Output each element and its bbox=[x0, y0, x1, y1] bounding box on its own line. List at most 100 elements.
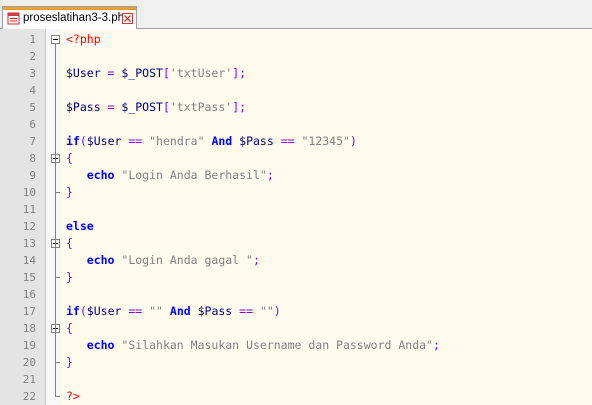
code-line[interactable]: 13 { bbox=[0, 235, 592, 252]
code-line[interactable]: 1 <?php bbox=[0, 31, 592, 48]
code-token: ?> bbox=[66, 389, 80, 403]
code-token: 'txtPass' bbox=[169, 100, 233, 114]
code-text: { bbox=[66, 235, 73, 252]
code-token: 'txtUser' bbox=[169, 66, 233, 80]
code-line[interactable]: 21 bbox=[0, 371, 592, 388]
code-editor[interactable]: 1 <?php 2 3 $User = $_POST['txtUser']; 4 5 $Pas… bbox=[0, 29, 592, 405]
tab-title: proseslatihan3-3.php bbox=[23, 12, 131, 24]
code-token: { bbox=[66, 236, 73, 250]
code-line[interactable]: 6 bbox=[0, 116, 592, 133]
code-text: if($User == "" And $Pass == "") bbox=[66, 303, 281, 320]
line-number: 7 bbox=[29, 135, 36, 148]
code-token: else bbox=[66, 219, 94, 233]
line-number: 20 bbox=[22, 356, 36, 369]
code-token: echo bbox=[66, 253, 115, 267]
code-line[interactable]: 11 bbox=[0, 201, 592, 218]
code-token: = bbox=[100, 66, 122, 80]
code-line[interactable]: 9 echo "Login Anda Berhasil"; bbox=[0, 167, 592, 184]
line-number: 3 bbox=[29, 67, 36, 80]
code-token: $User bbox=[66, 66, 101, 80]
line-number: 9 bbox=[29, 169, 36, 182]
code-token: $User bbox=[86, 134, 122, 148]
code-token: { bbox=[66, 321, 73, 335]
active-tab-indicator bbox=[3, 7, 136, 10]
code-token: ]; bbox=[232, 100, 247, 114]
code-token: { bbox=[66, 151, 73, 165]
close-tab-icon[interactable] bbox=[122, 13, 133, 24]
code-token: ) bbox=[273, 304, 281, 318]
code-line[interactable]: 5 $Pass = $_POST['txtPass']; bbox=[0, 99, 592, 116]
file-tab[interactable]: proseslatihan3-3.php bbox=[2, 6, 137, 29]
code-token: $Pass bbox=[66, 100, 101, 114]
code-line[interactable]: 16 bbox=[0, 286, 592, 303]
line-number: 13 bbox=[22, 237, 36, 250]
code-token: == bbox=[121, 304, 150, 318]
code-token: } bbox=[66, 355, 73, 369]
code-token: And bbox=[204, 134, 240, 148]
code-token: <?php bbox=[66, 32, 101, 46]
code-text: echo "Login Anda gagal "; bbox=[66, 252, 260, 269]
line-number: 10 bbox=[22, 186, 36, 199]
fold-end-marker bbox=[55, 277, 60, 278]
code-token: $_POST bbox=[121, 100, 163, 114]
line-number: 22 bbox=[22, 390, 36, 403]
line-number: 17 bbox=[22, 305, 36, 318]
code-token: == bbox=[232, 304, 260, 318]
code-line[interactable]: 15} bbox=[0, 269, 592, 286]
code-line[interactable]: 19 echo "Silahkan Masukan Username dan P… bbox=[0, 337, 592, 354]
line-number: 18 bbox=[22, 322, 36, 335]
code-line[interactable]: 7 if($User == "hendra" And $Pass == "1234… bbox=[0, 133, 592, 150]
code-text: echo "Silahkan Masukan Username dan Pass… bbox=[66, 337, 440, 354]
code-token: $User bbox=[86, 304, 122, 318]
code-line[interactable]: 14 echo "Login Anda gagal "; bbox=[0, 252, 592, 269]
fold-guide-line bbox=[55, 248, 56, 277]
line-number: 8 bbox=[29, 152, 36, 165]
line-number: 6 bbox=[29, 118, 36, 131]
line-number: 5 bbox=[29, 101, 36, 114]
code-text: { bbox=[66, 150, 73, 167]
code-token: "" bbox=[259, 304, 274, 318]
code-line[interactable]: 12 else bbox=[0, 218, 592, 235]
code-token: $_POST bbox=[121, 66, 163, 80]
code-token: echo bbox=[66, 338, 115, 352]
code-text: else bbox=[66, 218, 94, 235]
code-text: $Pass = $_POST['txtPass']; bbox=[66, 99, 246, 116]
code-line[interactable]: 20} bbox=[0, 354, 592, 371]
code-token: [ bbox=[162, 66, 170, 80]
line-number: 4 bbox=[29, 84, 36, 97]
code-text: } bbox=[66, 269, 73, 286]
code-text: if($User == "hendra" And $Pass == "12345… bbox=[66, 133, 357, 150]
code-line[interactable]: 17 if($User == "" And $Pass == "") bbox=[0, 303, 592, 320]
code-line[interactable]: 3 $User = $_POST['txtUser']; bbox=[0, 65, 592, 82]
code-text: } bbox=[66, 184, 73, 201]
line-number: 12 bbox=[22, 220, 36, 233]
code-token: "Login Anda gagal " bbox=[121, 253, 253, 267]
code-line[interactable]: 18 { bbox=[0, 320, 592, 337]
code-token: if bbox=[66, 304, 80, 318]
code-text: { bbox=[66, 320, 73, 337]
code-token: ) bbox=[349, 134, 357, 148]
php-file-icon bbox=[7, 12, 20, 24]
code-token: ; bbox=[266, 168, 274, 182]
fold-end-marker bbox=[55, 362, 60, 363]
code-line[interactable]: 8{ bbox=[0, 150, 592, 167]
code-token: "hendra" bbox=[149, 134, 205, 148]
line-number: 14 bbox=[22, 254, 36, 267]
code-token: And bbox=[162, 304, 198, 318]
fold-guide-line bbox=[55, 163, 56, 192]
fold-toggle-icon[interactable] bbox=[51, 35, 60, 44]
code-token: [ bbox=[162, 100, 170, 114]
code-line[interactable]: 10} bbox=[0, 184, 592, 201]
code-token: ]; bbox=[232, 66, 247, 80]
code-token: "" bbox=[149, 304, 163, 318]
fold-end-marker bbox=[55, 396, 60, 397]
code-token: ( bbox=[79, 134, 87, 148]
code-text: <?php bbox=[66, 31, 101, 48]
code-line[interactable]: 22 ?> bbox=[0, 388, 592, 405]
line-number: 2 bbox=[29, 50, 36, 63]
code-token: } bbox=[66, 270, 73, 284]
code-line[interactable]: 2 bbox=[0, 48, 592, 65]
code-token: "Login Anda Berhasil" bbox=[121, 168, 267, 182]
code-line[interactable]: 4 bbox=[0, 82, 592, 99]
code-token: $Pass bbox=[239, 134, 274, 148]
